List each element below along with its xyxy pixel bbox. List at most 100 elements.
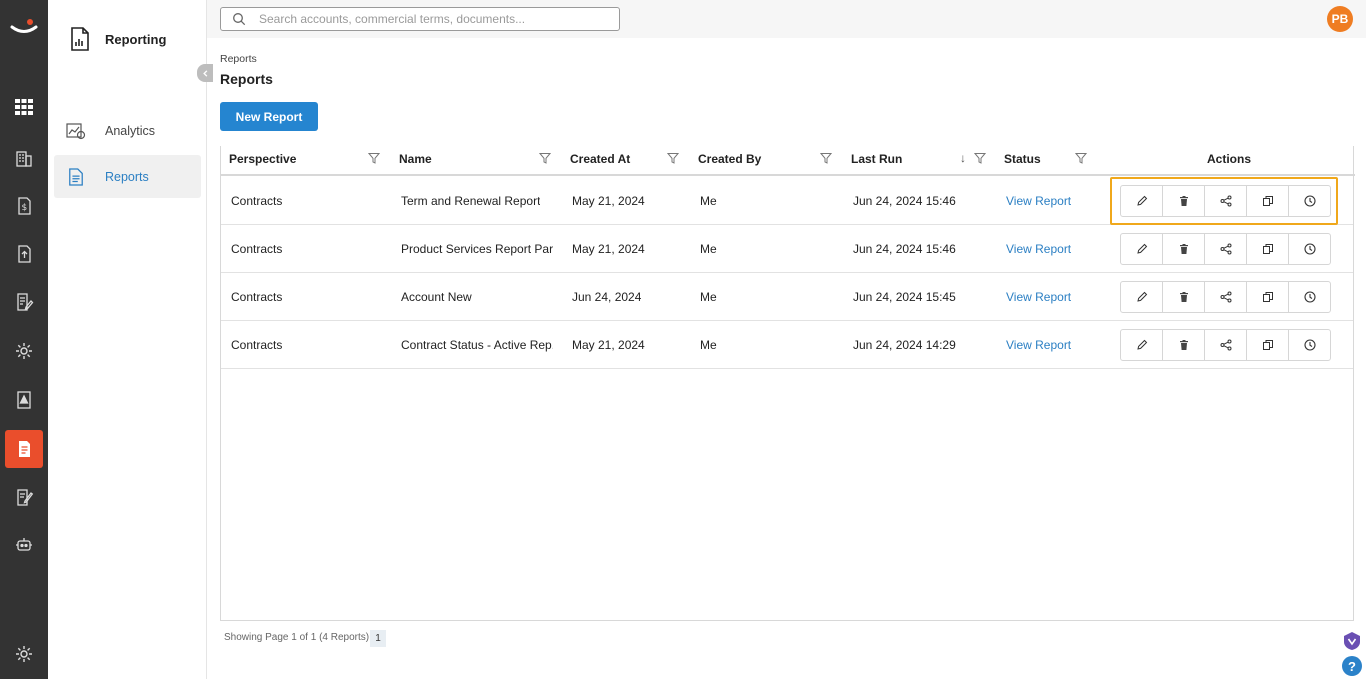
cell-created-by: Me <box>700 290 717 304</box>
assistant-icon[interactable] <box>1342 631 1362 651</box>
schedule-button[interactable] <box>1289 282 1330 312</box>
edit-icon <box>1136 243 1147 254</box>
cell-created-at: May 21, 2024 <box>572 338 645 352</box>
share-button[interactable] <box>1205 234 1247 264</box>
app-logo[interactable] <box>10 18 38 38</box>
search-box[interactable] <box>220 7 620 31</box>
share-icon <box>1220 339 1231 351</box>
cell-name: Term and Renewal Report <box>401 194 541 208</box>
report-document-icon[interactable] <box>5 430 43 468</box>
edit-document-icon[interactable] <box>10 288 38 316</box>
column-header-actions: Actions <box>1207 152 1252 166</box>
edit-icon <box>1136 291 1147 302</box>
column-header-created-at[interactable]: Created At <box>570 152 630 166</box>
share-icon <box>1220 291 1231 303</box>
filter-icon[interactable] <box>820 152 832 164</box>
schedule-icon <box>1303 339 1316 351</box>
copy-button[interactable] <box>1247 282 1289 312</box>
nav-rail: $ <box>0 0 48 679</box>
copy-icon <box>1262 340 1273 350</box>
new-report-button[interactable]: New Report <box>220 102 318 131</box>
top-bar: PB <box>207 0 1366 38</box>
schedule-button[interactable] <box>1289 330 1330 360</box>
building-icon[interactable] <box>10 144 38 172</box>
sidebar-item-reports[interactable]: Reports <box>54 155 201 198</box>
view-report-link[interactable]: View Report <box>1006 290 1071 304</box>
collapse-sidebar-button[interactable] <box>197 64 213 82</box>
filter-icon[interactable] <box>1075 152 1087 164</box>
column-header-last-run[interactable]: Last Run <box>851 152 902 166</box>
pager-summary: Showing Page 1 of 1 (4 Reports) <box>224 632 370 643</box>
edit-button[interactable] <box>1121 330 1163 360</box>
reporting-sidebar: Reporting Analytics Reports <box>48 0 213 679</box>
apps-grid-icon[interactable] <box>10 93 38 121</box>
search-icon <box>233 13 246 26</box>
table-row[interactable]: Contracts Account New Jun 24, 2024 Me Jun 24… <box>221 273 1353 321</box>
view-report-link[interactable]: View Report <box>1006 194 1071 208</box>
row-actions <box>1120 233 1331 265</box>
sidebar-item-label: Reports <box>105 169 149 184</box>
view-report-link[interactable]: View Report <box>1006 242 1071 256</box>
search-input[interactable] <box>259 12 599 26</box>
cell-name: Contract Status - Active Rep... <box>401 338 553 352</box>
copy-icon <box>1262 292 1273 302</box>
user-avatar[interactable]: PB <box>1327 6 1353 32</box>
schedule-icon <box>1303 243 1316 255</box>
breadcrumb[interactable]: Reports <box>220 53 257 65</box>
share-button[interactable] <box>1205 330 1247 360</box>
actions-highlight-box <box>1110 177 1338 225</box>
edit-button[interactable] <box>1121 282 1163 312</box>
column-header-perspective[interactable]: Perspective <box>229 152 296 166</box>
edit-icon <box>1136 339 1147 350</box>
filter-icon[interactable] <box>539 152 551 164</box>
chevron-left-icon <box>202 69 207 77</box>
help-button[interactable]: ? <box>1342 656 1362 676</box>
delete-icon <box>1179 292 1188 302</box>
column-header-created-by[interactable]: Created By <box>698 152 761 166</box>
filter-icon[interactable] <box>667 152 679 164</box>
cell-last-run: Jun 24, 2024 15:45 <box>853 290 956 304</box>
cell-created-by: Me <box>700 338 717 352</box>
sidebar-item-analytics[interactable]: Analytics <box>54 109 201 152</box>
settings-gear-icon[interactable] <box>10 337 38 365</box>
share-button[interactable] <box>1205 282 1247 312</box>
page-1-button[interactable]: 1 <box>370 630 386 647</box>
signature-document-icon[interactable] <box>10 483 38 511</box>
cell-created-by: Me <box>700 242 717 256</box>
filter-icon[interactable] <box>368 152 380 164</box>
filter-icon[interactable] <box>974 152 986 164</box>
svg-text:$: $ <box>22 203 28 213</box>
delete-button[interactable] <box>1163 330 1205 360</box>
schedule-button[interactable] <box>1289 234 1330 264</box>
money-document-icon[interactable]: $ <box>10 192 38 220</box>
cell-created-by: Me <box>700 194 717 208</box>
copy-icon <box>1262 244 1273 254</box>
robot-icon[interactable] <box>10 531 38 559</box>
delete-button[interactable] <box>1163 234 1205 264</box>
edit-button[interactable] <box>1121 234 1163 264</box>
copy-button[interactable] <box>1247 234 1289 264</box>
delete-icon <box>1179 244 1188 254</box>
table-row[interactable]: Contracts Product Services Report Part B M… <box>221 225 1353 273</box>
cell-perspective: Contracts <box>231 194 283 208</box>
row-actions <box>1120 329 1331 361</box>
column-header-name[interactable]: Name <box>399 152 432 166</box>
delete-icon <box>1179 340 1188 350</box>
cell-last-run: Jun 24, 2024 15:46 <box>853 242 956 256</box>
row-actions <box>1120 281 1331 313</box>
warning-document-icon[interactable] <box>10 386 38 414</box>
cell-created-at: May 21, 2024 <box>572 242 645 256</box>
upload-document-icon[interactable] <box>10 240 38 268</box>
table-row[interactable]: Contracts Contract Status - Active Rep...… <box>221 321 1353 369</box>
view-report-link[interactable]: View Report <box>1006 338 1071 352</box>
cell-last-run: Jun 24, 2024 15:46 <box>853 194 956 208</box>
cell-perspective: Contracts <box>231 338 283 352</box>
copy-button[interactable] <box>1247 330 1289 360</box>
delete-button[interactable] <box>1163 282 1205 312</box>
cell-name: Product Services Report Part B <box>401 242 553 256</box>
cell-perspective: Contracts <box>231 290 283 304</box>
column-header-status[interactable]: Status <box>1004 152 1041 166</box>
sort-descending-icon[interactable]: ↓ <box>960 151 966 165</box>
gear-icon[interactable] <box>10 640 38 668</box>
page-title: Reports <box>220 71 273 87</box>
